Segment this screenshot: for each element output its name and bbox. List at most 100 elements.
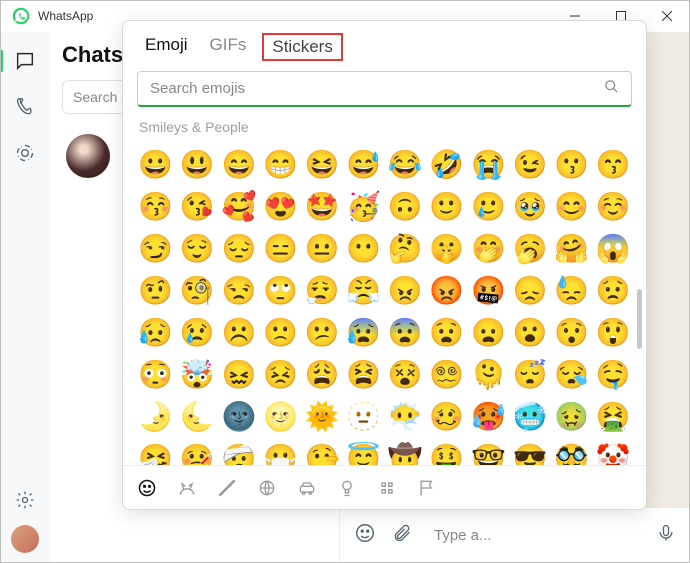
emoji-item[interactable]: 😣 (260, 353, 302, 395)
emoji-item[interactable]: 😶‍🌫️ (384, 395, 426, 437)
emoji-item[interactable]: 🤑 (426, 437, 468, 465)
emoji-item[interactable]: 😘 (177, 185, 219, 227)
emoji-item[interactable]: 🙃 (384, 185, 426, 227)
emoji-item[interactable]: 🤫 (426, 227, 468, 269)
emoji-item[interactable]: 🌝 (260, 395, 302, 437)
emoji-item[interactable]: 😭 (468, 143, 510, 185)
emoji-item[interactable]: 😥 (135, 311, 177, 353)
emoji-item[interactable]: 🤕 (218, 437, 260, 465)
emoji-item[interactable]: 🥹 (509, 185, 551, 227)
emoji-item[interactable]: 😄 (218, 143, 260, 185)
emoji-item[interactable]: 🤨 (135, 269, 177, 311)
emoji-item[interactable]: 😢 (177, 311, 219, 353)
emoji-item[interactable]: 😀 (135, 143, 177, 185)
emoji-item[interactable]: 🌞 (301, 395, 343, 437)
emoji-item[interactable]: 😵 (384, 353, 426, 395)
emoji-item[interactable]: 😡 (426, 269, 468, 311)
category-objects-icon[interactable] (337, 478, 357, 498)
emoji-item[interactable]: 🥶 (509, 395, 551, 437)
emoji-item[interactable]: 😔 (218, 227, 260, 269)
emoji-item[interactable]: 🤥 (301, 437, 343, 465)
emoji-item[interactable]: 😫 (343, 353, 385, 395)
profile-avatar[interactable] (11, 525, 39, 553)
emoji-item[interactable]: 🥰 (218, 185, 260, 227)
emoji-item[interactable]: 🌛 (135, 395, 177, 437)
emoji-item[interactable]: 😆 (301, 143, 343, 185)
emoji-item[interactable]: 😃 (177, 143, 219, 185)
emoji-item[interactable]: 🌜 (177, 395, 219, 437)
scrollbar-thumb[interactable] (637, 289, 642, 349)
emoji-item[interactable]: 😑 (260, 227, 302, 269)
attach-icon[interactable] (392, 523, 412, 548)
emoji-item[interactable]: 😮‍💨 (301, 269, 343, 311)
emoji-item[interactable]: 🤮 (592, 395, 634, 437)
emoji-item[interactable]: 😦 (468, 311, 510, 353)
emoji-item[interactable]: 🤭 (468, 227, 510, 269)
emoji-item[interactable]: 🤡 (592, 437, 634, 465)
emoji-item[interactable]: 🙄 (260, 269, 302, 311)
emoji-item[interactable]: 🥲 (468, 185, 510, 227)
emoji-item[interactable]: 🤬 (468, 269, 510, 311)
emoji-item[interactable]: 😵‍💫 (426, 353, 468, 395)
status-icon[interactable] (14, 142, 36, 164)
category-animals-icon[interactable] (177, 478, 197, 498)
emoji-item[interactable]: 🤧 (135, 437, 177, 465)
emoji-item[interactable]: 🙁 (260, 311, 302, 353)
emoji-icon[interactable] (354, 522, 376, 549)
emoji-item[interactable]: 😧 (426, 311, 468, 353)
emoji-item[interactable]: 😤 (343, 269, 385, 311)
emoji-item[interactable]: 😟 (592, 269, 634, 311)
settings-icon[interactable] (14, 489, 36, 511)
emoji-item[interactable]: 😨 (384, 311, 426, 353)
emoji-item[interactable]: 😁 (260, 143, 302, 185)
emoji-item[interactable]: 🥸 (551, 437, 593, 465)
emoji-item[interactable]: 😷 (260, 437, 302, 465)
emoji-item[interactable]: 😉 (509, 143, 551, 185)
emoji-item[interactable]: 😒 (218, 269, 260, 311)
calls-icon[interactable] (14, 96, 36, 118)
emoji-item[interactable]: 🫠 (468, 353, 510, 395)
emoji-item[interactable]: 😯 (551, 311, 593, 353)
category-flags-icon[interactable] (417, 478, 437, 498)
emoji-item[interactable]: 🫥 (343, 395, 385, 437)
emoji-item[interactable]: 😩 (301, 353, 343, 395)
tab-emoji[interactable]: Emoji (139, 33, 194, 61)
emoji-item[interactable]: 🧐 (177, 269, 219, 311)
category-symbols-icon[interactable] (377, 478, 397, 498)
emoji-item[interactable]: 😐 (301, 227, 343, 269)
close-button[interactable] (644, 0, 690, 32)
emoji-item[interactable]: ☹️ (218, 311, 260, 353)
emoji-item[interactable]: 😎 (509, 437, 551, 465)
emoji-item[interactable]: 😳 (135, 353, 177, 395)
emoji-item[interactable]: 🥵 (468, 395, 510, 437)
category-smileys-icon[interactable] (137, 478, 157, 498)
emoji-item[interactable]: 😪 (551, 353, 593, 395)
emoji-item[interactable]: 🤒 (177, 437, 219, 465)
emoji-item[interactable]: 😰 (343, 311, 385, 353)
emoji-item[interactable]: 🤤 (592, 353, 634, 395)
emoji-item[interactable]: 😏 (135, 227, 177, 269)
emoji-item[interactable]: 😇 (343, 437, 385, 465)
emoji-item[interactable]: 😞 (509, 269, 551, 311)
message-input[interactable]: Type a... (428, 527, 640, 544)
emoji-item[interactable]: 🤣 (426, 143, 468, 185)
emoji-item[interactable]: 😗 (551, 143, 593, 185)
emoji-item[interactable]: 😴 (509, 353, 551, 395)
emoji-item[interactable]: 🤢 (551, 395, 593, 437)
emoji-item[interactable]: 🥴 (426, 395, 468, 437)
emoji-item[interactable]: 🙂 (426, 185, 468, 227)
emoji-item[interactable]: 😅 (343, 143, 385, 185)
emoji-item[interactable]: 😚 (135, 185, 177, 227)
tab-stickers[interactable]: Stickers (262, 33, 342, 61)
emoji-item[interactable]: 😶 (343, 227, 385, 269)
emoji-item[interactable]: ☺️ (592, 185, 634, 227)
emoji-item[interactable]: 🥱 (509, 227, 551, 269)
emoji-item[interactable]: 😮 (509, 311, 551, 353)
category-food-icon[interactable] (217, 478, 237, 498)
category-activities-icon[interactable] (257, 478, 277, 498)
emoji-item[interactable]: 🤯 (177, 353, 219, 395)
emoji-item[interactable]: 🥳 (343, 185, 385, 227)
emoji-item[interactable]: 🤓 (468, 437, 510, 465)
category-travel-icon[interactable] (297, 478, 317, 498)
emoji-item[interactable]: 🌚 (218, 395, 260, 437)
